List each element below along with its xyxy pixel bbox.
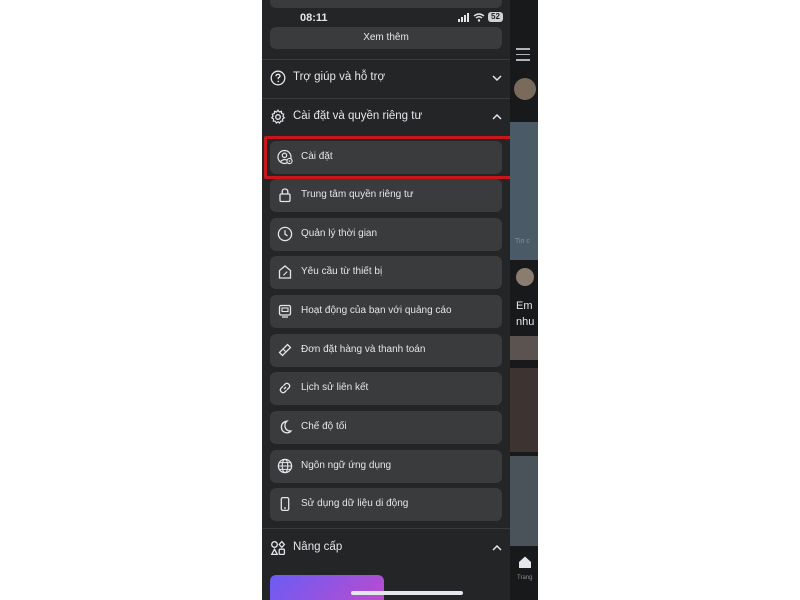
menu-item-time-management[interactable]: Quản lý thời gian bbox=[270, 218, 502, 251]
menu-item-privacy-center[interactable]: Trung tâm quyền riêng tư bbox=[270, 179, 502, 212]
gear-icon bbox=[270, 109, 286, 125]
phone-icon bbox=[280, 496, 290, 512]
menu-item-label: Đơn đặt hàng và thanh toán bbox=[301, 344, 426, 355]
hamburger-icon[interactable] bbox=[516, 48, 530, 65]
chevron-down-icon bbox=[492, 75, 502, 82]
menu-item-label: Hoạt động của bạn với quảng cáo bbox=[301, 305, 452, 316]
menu-item-label: Sử dụng dữ liệu di động bbox=[301, 498, 409, 509]
menu-item-label: Chế độ tối bbox=[301, 421, 347, 432]
phone-screen: 08:11 52 Xem thêm Trợ giúp và hỗ trợ Cài… bbox=[262, 0, 538, 600]
menu-item-label: Trung tâm quyền riêng tư bbox=[301, 189, 414, 200]
globe-icon bbox=[277, 458, 293, 474]
settings-privacy-label: Cài đặt và quyền riêng tư bbox=[293, 110, 423, 122]
menu-item-device-requests[interactable]: Yêu cầu từ thiết bị bbox=[270, 256, 502, 289]
highlight-box bbox=[264, 136, 515, 179]
post-image bbox=[510, 336, 538, 360]
ad-activity-icon bbox=[278, 304, 292, 318]
wifi-icon bbox=[473, 12, 485, 22]
help-support-section[interactable]: Trợ giúp và hỗ trợ bbox=[262, 59, 510, 97]
upgrade-grid-icon bbox=[270, 540, 286, 556]
menu-panel: 08:11 52 Xem thêm Trợ giúp và hỗ trợ Cài… bbox=[262, 0, 510, 600]
menu-item-orders-payments[interactable]: Đơn đặt hàng và thanh toán bbox=[270, 334, 502, 367]
clock-icon bbox=[277, 226, 293, 242]
menu-item-mobile-data[interactable]: Sử dụng dữ liệu di động bbox=[270, 488, 502, 521]
post-text-line: nhu bbox=[516, 316, 535, 328]
upgrade-label: Nâng cấp bbox=[293, 541, 343, 553]
menu-item-label: Quản lý thời gian bbox=[301, 228, 378, 239]
post-image bbox=[510, 456, 538, 546]
post-image bbox=[510, 368, 538, 452]
menu-item-label: Yêu cầu từ thiết bị bbox=[301, 266, 383, 277]
status-bar: 08:11 52 bbox=[262, 10, 510, 28]
upgrade-section[interactable]: Nâng cấp bbox=[262, 529, 510, 567]
help-support-label: Trợ giúp và hỗ trợ bbox=[293, 71, 385, 83]
lock-icon bbox=[279, 188, 291, 203]
menu-item-app-language[interactable]: Ngôn ngữ ứng dụng bbox=[270, 450, 502, 483]
menu-item-label: Lịch sử liên kết bbox=[301, 382, 369, 393]
settings-privacy-section[interactable]: Cài đặt và quyền riêng tư bbox=[262, 98, 510, 136]
battery-icon: 52 bbox=[488, 12, 503, 22]
menu-item-label: Ngôn ngữ ứng dụng bbox=[301, 460, 392, 471]
signal-icon bbox=[458, 12, 469, 22]
see-more-button[interactable]: Xem thêm bbox=[270, 27, 502, 49]
moon-icon bbox=[280, 420, 293, 434]
story-caption: Tin c bbox=[515, 238, 530, 245]
menu-item-ad-activity[interactable]: Hoạt động của bạn với quảng cáo bbox=[270, 295, 502, 328]
tag-icon bbox=[278, 343, 292, 357]
post-avatar bbox=[516, 268, 534, 286]
feed-peek-strip: Tin c Em nhu Trang bbox=[510, 0, 538, 600]
upgrade-promo-card[interactable] bbox=[270, 575, 384, 600]
home-tab-label: Trang bbox=[517, 575, 533, 581]
question-circle-icon bbox=[270, 70, 286, 86]
menu-item-dark-mode[interactable]: Chế độ tối bbox=[270, 411, 502, 444]
chevron-up-icon bbox=[492, 544, 502, 551]
status-icons: 52 bbox=[458, 12, 503, 22]
previous-item-sliver bbox=[270, 0, 502, 8]
link-icon bbox=[279, 382, 291, 394]
avatar bbox=[514, 78, 536, 100]
device-request-icon bbox=[278, 265, 292, 279]
chevron-up-icon bbox=[492, 113, 502, 120]
status-time: 08:11 bbox=[300, 12, 328, 24]
post-text-line: Em bbox=[516, 300, 533, 312]
menu-item-link-history[interactable]: Lịch sử liên kết bbox=[270, 372, 502, 405]
home-indicator bbox=[351, 591, 463, 595]
home-tab-icon[interactable] bbox=[518, 555, 532, 569]
